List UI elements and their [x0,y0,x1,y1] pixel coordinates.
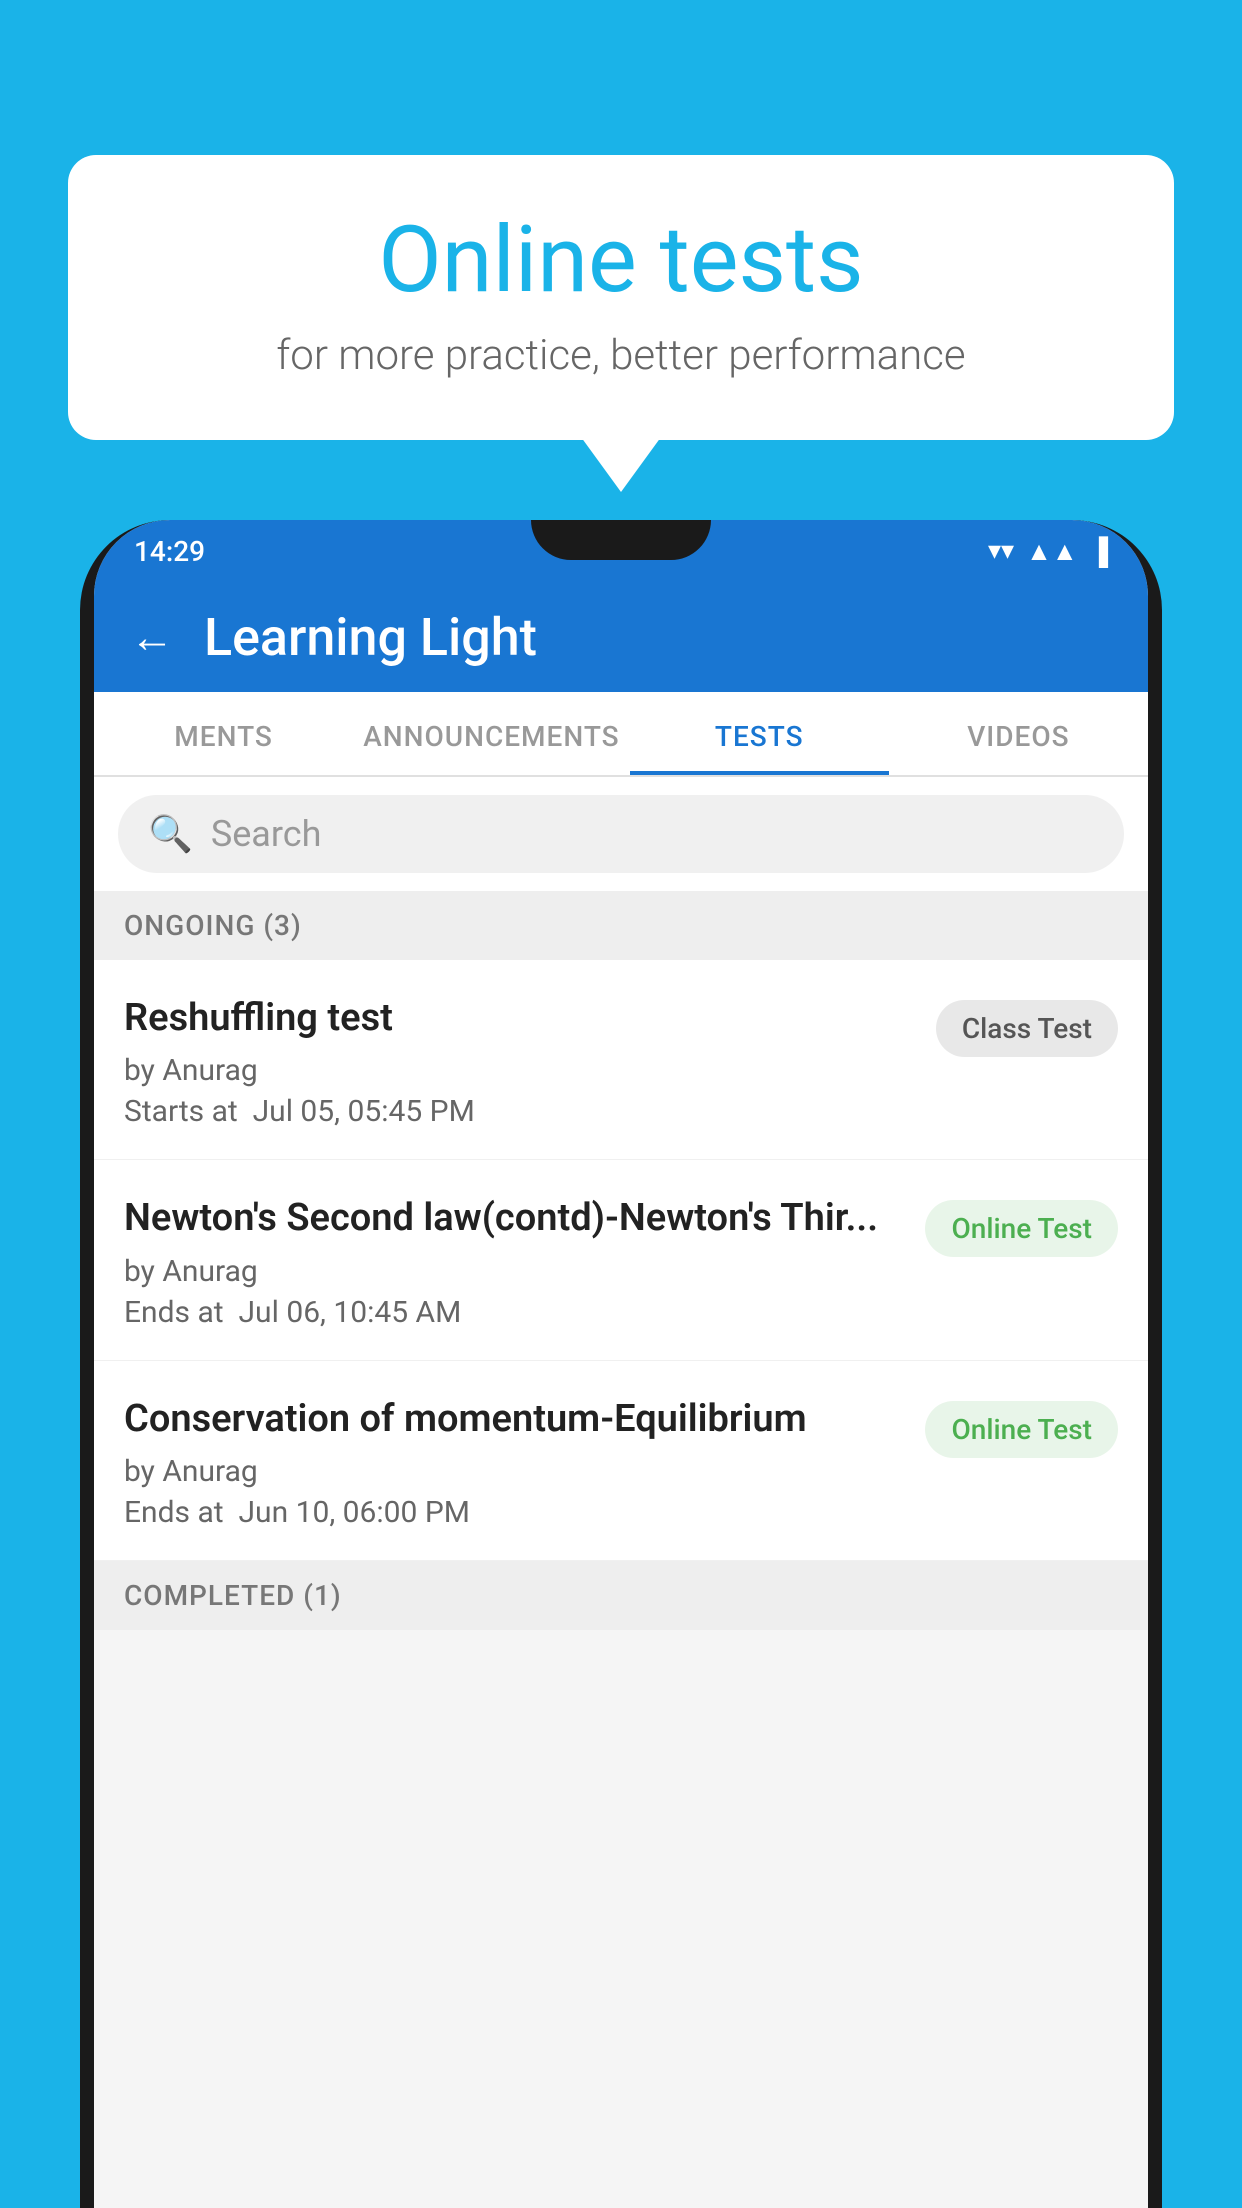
test-name: Reshuffling test [124,994,916,1043]
test-date: Ends at Jun 10, 06:00 PM [124,1495,905,1530]
bubble-subtitle: for more practice, better performance [128,331,1114,380]
status-time: 14:29 [134,535,205,568]
badge-class-test: Class Test [936,1000,1118,1057]
bubble-title: Online tests [128,210,1114,311]
test-name: Conservation of momentum-Equilibrium [124,1395,905,1444]
tab-announcements[interactable]: ANNOUNCEMENTS [353,692,629,775]
ongoing-section-header: ONGOING (3) [94,891,1148,960]
test-date: Ends at Jul 06, 10:45 AM [124,1295,905,1330]
app-bar-title: Learning Light [204,607,537,668]
tabs-container: MENTS ANNOUNCEMENTS TESTS VIDEOS [94,692,1148,777]
test-info: Reshuffling test by Anurag Starts at Jul… [124,994,936,1129]
test-by: by Anurag [124,1053,916,1088]
badge-online-test: Online Test [925,1200,1118,1257]
tab-videos[interactable]: VIDEOS [889,692,1148,775]
phone-frame: 14:29 ▾▾ ▲▲ ▐ ← Learning Light MENTS ANN… [80,520,1162,2208]
status-icons: ▾▾ ▲▲ ▐ [988,536,1108,567]
wifi-icon: ▾▾ [988,536,1014,566]
test-name: Newton's Second law(contd)-Newton's Thir… [124,1194,905,1243]
phone-screen: 14:29 ▾▾ ▲▲ ▐ ← Learning Light MENTS ANN… [94,520,1148,2208]
test-item[interactable]: Newton's Second law(contd)-Newton's Thir… [94,1160,1148,1360]
test-by: by Anurag [124,1254,905,1289]
completed-section-header: COMPLETED (1) [94,1561,1148,1630]
search-placeholder-text: Search [211,813,322,855]
status-bar: 14:29 ▾▾ ▲▲ ▐ [94,520,1148,582]
search-container: 🔍 Search [94,777,1148,891]
completed-title: COMPLETED (1) [124,1579,342,1612]
test-info: Conservation of momentum-Equilibrium by … [124,1395,925,1530]
signal-icon: ▲▲ [1026,536,1077,567]
test-item[interactable]: Reshuffling test by Anurag Starts at Jul… [94,960,1148,1160]
test-item[interactable]: Conservation of momentum-Equilibrium by … [94,1361,1148,1561]
app-bar: ← Learning Light [94,582,1148,692]
promo-bubble: Online tests for more practice, better p… [68,155,1174,440]
ongoing-title: ONGOING (3) [124,909,302,942]
search-icon: 🔍 [148,813,193,855]
search-input[interactable]: 🔍 Search [118,795,1124,873]
badge-online-test-2: Online Test [925,1401,1118,1458]
tab-tests[interactable]: TESTS [630,692,889,775]
test-info: Newton's Second law(contd)-Newton's Thir… [124,1194,925,1329]
back-button[interactable]: ← [130,611,174,663]
test-by: by Anurag [124,1454,905,1489]
battery-icon: ▐ [1090,536,1108,567]
tab-ments[interactable]: MENTS [94,692,353,775]
test-date: Starts at Jul 05, 05:45 PM [124,1094,916,1129]
